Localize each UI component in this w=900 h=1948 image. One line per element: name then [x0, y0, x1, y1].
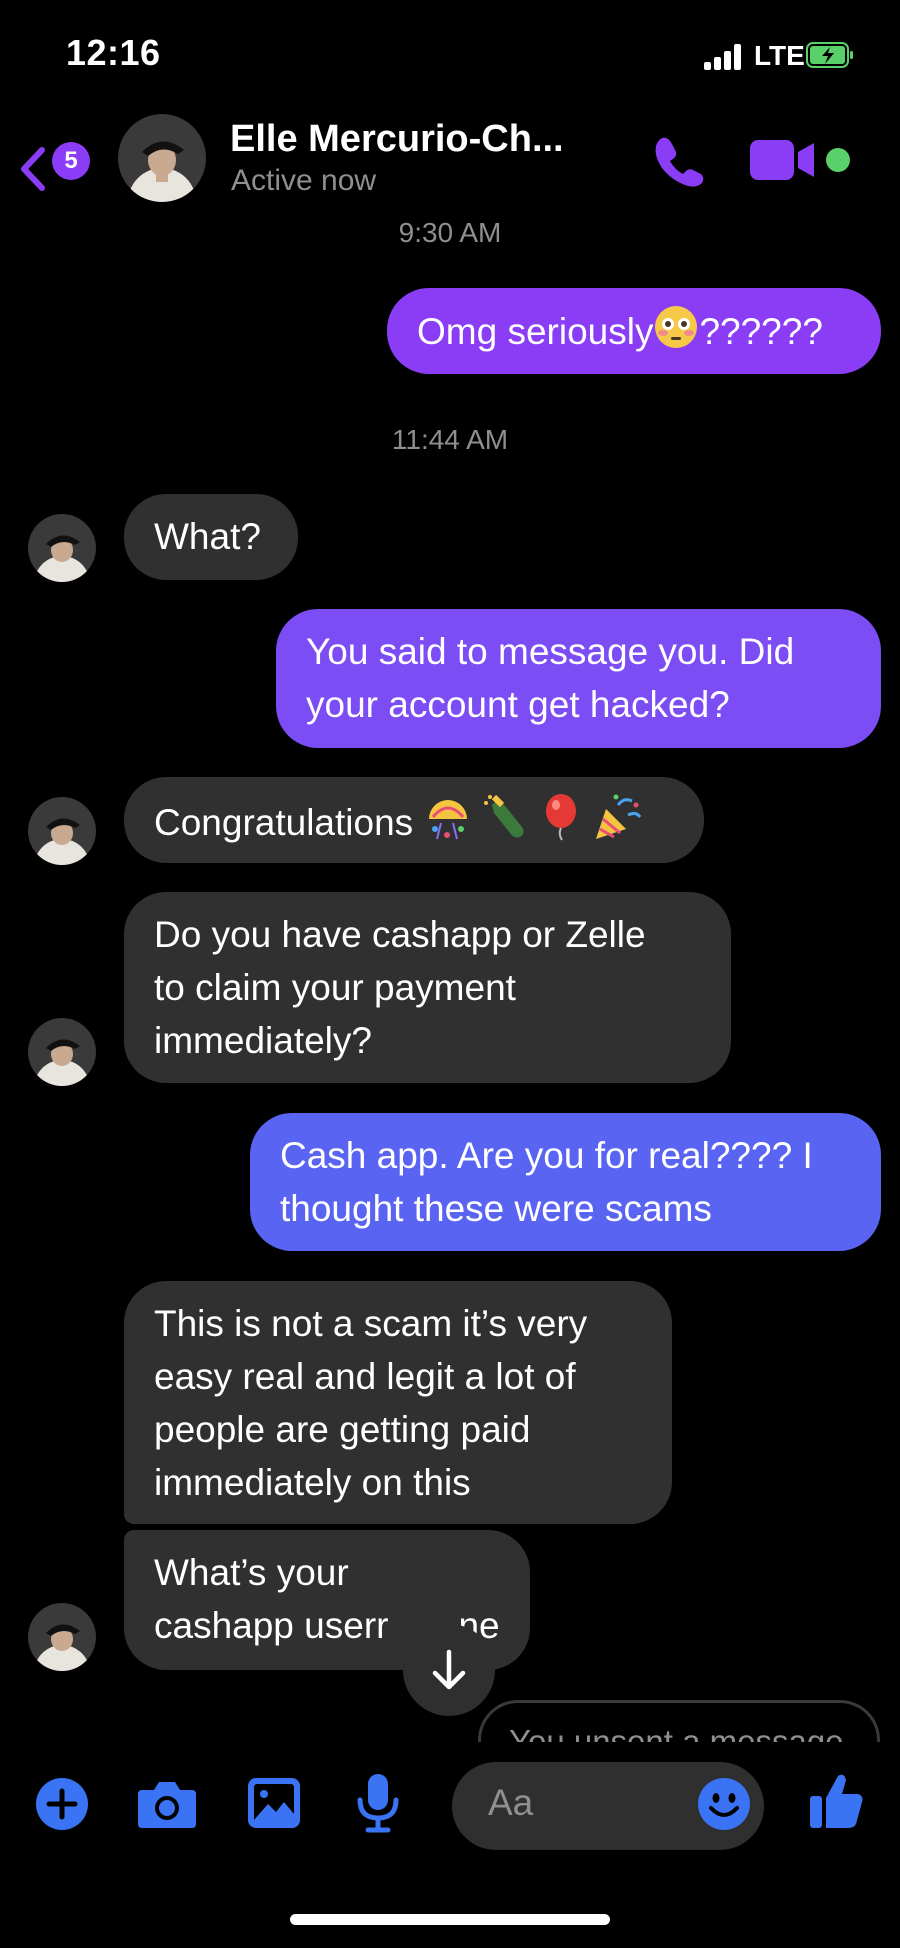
outgoing-message[interactable]: Cash app. Are you for real???? I thought…: [250, 1113, 881, 1251]
home-indicator: [290, 1914, 610, 1925]
message-composer: Aa: [0, 1758, 900, 1858]
incoming-message[interactable]: Congratulations: [124, 777, 704, 863]
incoming-message[interactable]: What?: [124, 494, 298, 580]
message-text: Omg seriously: [417, 311, 654, 352]
message-text: What?: [154, 516, 261, 557]
message-line: You said to message you. Did: [306, 631, 795, 672]
contact-status: Active now: [231, 164, 377, 197]
photo-icon[interactable]: [246, 1776, 302, 1830]
message-line: thought these were scams: [280, 1188, 712, 1229]
red-balloon-icon: [546, 794, 577, 841]
signal-icon: [704, 44, 744, 70]
contact-avatar-small[interactable]: [28, 797, 96, 865]
message-input-placeholder: Aa: [488, 1782, 534, 1823]
contact-avatar-small[interactable]: [28, 1018, 96, 1086]
confetti-ball-icon: [429, 800, 468, 840]
message-input[interactable]: Aa: [452, 1762, 764, 1850]
back-chevron-icon: [21, 147, 45, 191]
message-line: Cash app. Are you for real???? I: [280, 1135, 813, 1176]
message-line: your account get hacked?: [306, 684, 730, 725]
champagne-bottle-icon: [483, 794, 524, 838]
unread-badge: 5: [52, 142, 90, 180]
status-bar: 12:16 LTE: [0, 0, 900, 110]
contact-name[interactable]: Elle Mercurio-Ch...: [230, 118, 564, 161]
outgoing-message[interactable]: Omg seriously ??????: [387, 288, 881, 374]
scroll-to-bottom-button[interactable]: [403, 1624, 495, 1716]
arrow-down-icon: [432, 1649, 466, 1690]
message-line: This is not a scam it’s very: [154, 1303, 588, 1344]
battery-icon: [806, 42, 853, 68]
chat-header: 5 Elle Mercurio-Ch... Active now: [0, 110, 900, 210]
message-line: people are getting paid: [154, 1409, 531, 1450]
contact-avatar-small[interactable]: [28, 514, 96, 582]
microphone-icon[interactable]: [354, 1772, 402, 1834]
camera-icon[interactable]: [136, 1778, 198, 1830]
status-time: 12:16: [66, 32, 161, 73]
back-button[interactable]: 5: [18, 132, 90, 191]
incoming-message[interactable]: This is not a scam it’s very easy real a…: [124, 1281, 672, 1524]
phone-icon[interactable]: [650, 132, 708, 188]
contact-avatar-small[interactable]: [28, 1603, 96, 1671]
message-line: immediately?: [154, 1020, 372, 1061]
message-line: to claim your payment: [154, 967, 516, 1008]
message-line: immediately on this: [154, 1462, 471, 1503]
flushed-face-icon: [655, 306, 698, 348]
network-label: LTE: [754, 40, 805, 71]
outgoing-message[interactable]: You said to message you. Did your accoun…: [276, 609, 881, 748]
thumbs-up-icon[interactable]: [806, 1770, 866, 1832]
message-line: Do you have cashapp or Zelle: [154, 914, 646, 955]
party-popper-icon: [596, 794, 642, 839]
timestamp: 11:44 AM: [391, 424, 509, 455]
timestamp: 9:30 AM: [398, 217, 502, 248]
video-camera-icon[interactable]: [750, 138, 816, 182]
incoming-message[interactable]: Do you have cashapp or Zelle to claim yo…: [124, 892, 731, 1083]
plus-icon[interactable]: [34, 1776, 90, 1832]
message-line: easy real and legit a lot of: [154, 1356, 576, 1397]
message-suffix: ??????: [699, 311, 823, 352]
message-text: Congratulations: [154, 802, 414, 843]
smiley-icon[interactable]: [696, 1776, 752, 1832]
message-line: What’s your: [154, 1552, 349, 1593]
message-line: cashapp userr: [154, 1605, 389, 1646]
contact-avatar[interactable]: [118, 114, 206, 202]
online-indicator: [826, 148, 850, 172]
